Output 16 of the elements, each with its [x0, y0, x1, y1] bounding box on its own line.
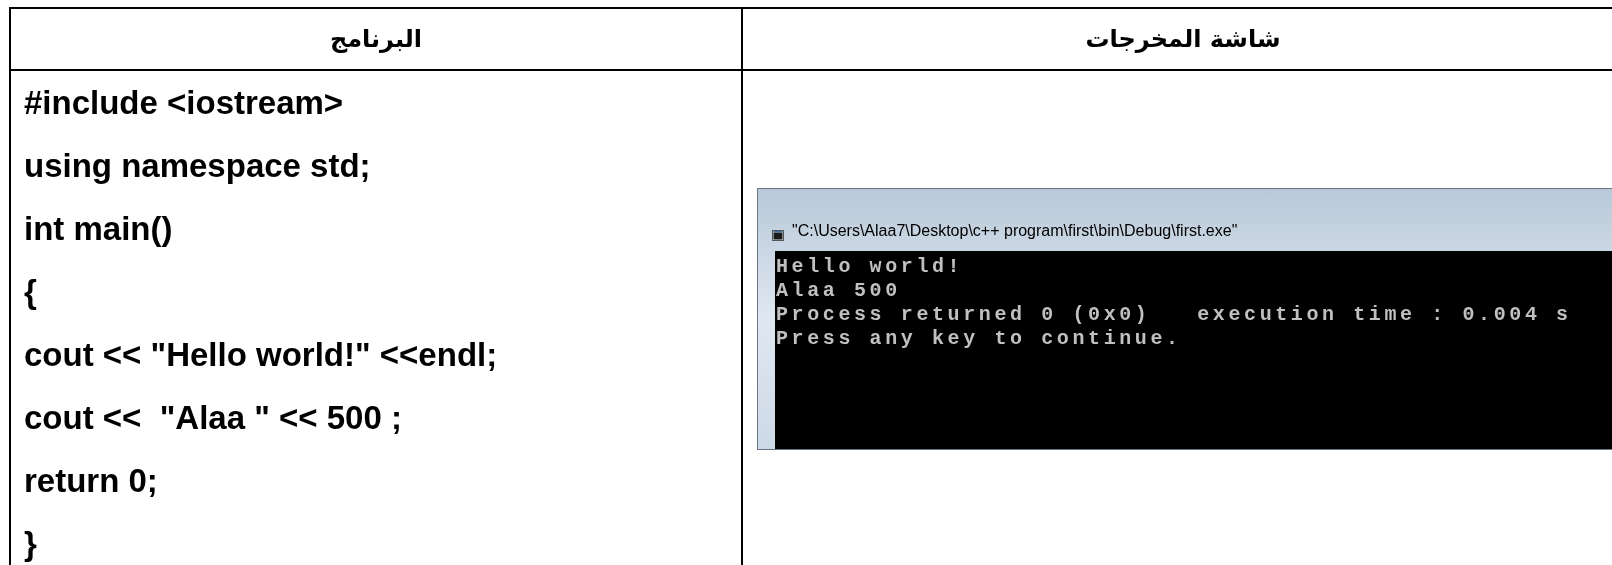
console-icon: [772, 230, 784, 241]
code-line: }: [24, 524, 37, 564]
code-line: return 0;: [24, 461, 158, 501]
code-line: cout << "Hello world!" <<endl;: [24, 335, 498, 375]
code-line: int main(): [24, 209, 173, 249]
console-line: Alaa 500: [776, 279, 901, 303]
code-line: using namespace std;: [24, 146, 371, 186]
console-line: Process returned 0 (0x0) execution time : 0.004 s: [776, 303, 1572, 327]
column-heading: شاشة المخرجات: [1085, 24, 1281, 55]
console-line: Press any key to continue.: [776, 327, 1182, 351]
code-line: cout << "Alaa " << 500 ;: [24, 398, 402, 438]
console-line: Hello world!: [776, 255, 964, 279]
column-heading: البرنامج: [329, 24, 423, 55]
code-line: {: [24, 272, 37, 312]
window-title: "C:\Users\Alaa7\Desktop\c++ program\first\bin\Debug\first.exe": [792, 221, 1238, 241]
code-line: #include <iostream>: [24, 83, 344, 123]
